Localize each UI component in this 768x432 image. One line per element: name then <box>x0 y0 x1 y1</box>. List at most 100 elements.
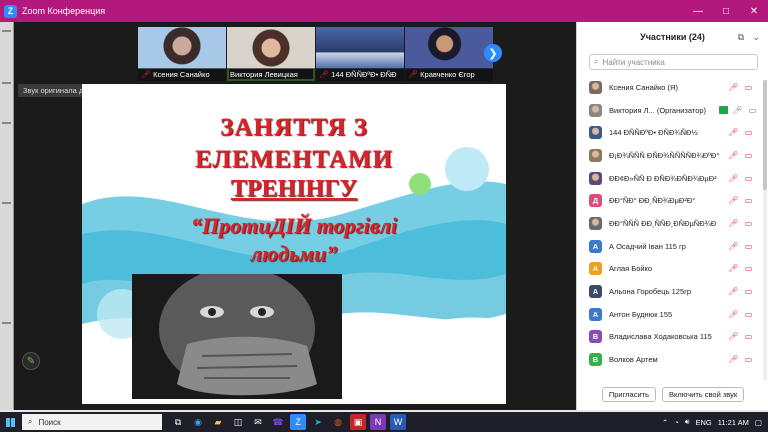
window-titlebar[interactable]: Z Zoom Конференция — □ ✕ <box>0 0 768 22</box>
participants-panel: Участники (24) ⧉ ⌄ ⌕ Найти участника Ксе… <box>576 22 768 410</box>
participant-row[interactable]: ÐÐ¢Ð»ÑÑ Ð ÐÑÐ¾ÐÑÐ¾ÐµÐ² 🎤︎ ▭ <box>577 167 768 190</box>
mic-muted-icon: 🎤︎ <box>728 218 739 228</box>
annotate-pen-icon[interactable]: ✎ <box>22 352 40 370</box>
scrollbar-thumb[interactable] <box>763 80 767 190</box>
participant-name: Ð¡Ð¾ÑÑÑ ÐÑÐ¾ÑÑÑÑÐ¾ÐºÐ° <box>609 150 720 160</box>
camera-off-icon: ▭ <box>744 355 753 365</box>
participant-name: Аглая Бойко <box>609 264 653 274</box>
participant-avatar-initial: А <box>589 285 602 299</box>
strip-line <box>2 322 11 324</box>
participant-row[interactable]: Ð¡Ð¾ÑÑÑ ÐÑÐ¾ÑÑÑÑÐ¾ÐºÐ° 🎤︎ ▭ <box>577 144 768 167</box>
next-page-arrow-icon[interactable]: ❯ <box>484 44 502 62</box>
taskbar-apps: ⧉ ◉ ▰ ◫ ✉ ☎ Z ➤ ◍ ▣ N W <box>170 414 406 430</box>
mic-muted-icon: 🎤︎ <box>728 332 739 342</box>
network-icon[interactable]: ◔ <box>674 418 679 427</box>
word-icon[interactable]: W <box>390 414 406 430</box>
mic-muted-icon: 🎤︎ <box>728 309 739 319</box>
thumbnail-name: Виктория Левицкая <box>227 68 315 81</box>
participant-video-feed <box>138 27 226 69</box>
tray-chevron-icon[interactable]: ⌃ <box>662 418 668 427</box>
video-thumbnail[interactable]: 🎤︎ Кравченко Єгор <box>405 27 493 81</box>
mic-muted-icon: 🎤︎ <box>728 173 739 183</box>
invite-button[interactable]: Пригласить <box>601 387 657 402</box>
viber-icon[interactable]: ☎ <box>270 414 286 430</box>
participant-row[interactable]: ÐÐ°ÑÑÑ ÐÐ¸ÑÑÐ¸ÐÑÐµÑÐ¾Ð 🎤︎ ▭ <box>577 212 768 235</box>
unmute-self-button[interactable]: Включить свой звук <box>662 387 745 402</box>
participant-row[interactable]: А Антон Буднюк 155 🎤︎ ▭ <box>577 303 768 326</box>
camera-off-icon: ▭ <box>744 196 753 206</box>
participant-row[interactable]: Д ÐÐ°ÑÐ° ÐÐ¸ÑÐ¾ÐµÐ²Ð° 🎤︎ ▭ <box>577 189 768 212</box>
camera-off-icon: ▭ <box>744 287 753 297</box>
taskbar-search-label: Поиск <box>38 417 61 427</box>
camera-on-icon: ▭ <box>748 105 757 115</box>
mic-on-icon: 🎤︎ <box>732 105 743 115</box>
video-thumbnail[interactable]: 🎤︎ Ксения Санайко <box>138 27 226 81</box>
participant-avatar-initial: Д <box>589 194 602 208</box>
camera-off-icon: ▭ <box>744 264 753 274</box>
firefox-icon[interactable]: ◍ <box>330 414 346 430</box>
onenote-icon[interactable]: N <box>370 414 386 430</box>
maximize-button[interactable]: □ <box>712 0 740 22</box>
participant-avatar-initial: А <box>589 262 602 276</box>
participant-name: ÐÐ°ÑÑÑ ÐÐ¸ÑÑÐ¸ÐÑÐµÑÐ¾Ð <box>609 218 717 228</box>
start-button[interactable] <box>0 412 20 432</box>
participant-row[interactable]: А Аглая Бойко 🎤︎ ▭ <box>577 258 768 281</box>
participant-name: ÐÐ¢Ð»ÑÑ Ð ÐÑÐ¾ÐÑÐ¾ÐµÐ² <box>609 173 717 183</box>
close-button[interactable]: ✕ <box>740 0 768 22</box>
participant-avatar-initial: В <box>589 330 602 344</box>
notifications-icon[interactable]: ▢ <box>755 418 762 427</box>
participant-avatar-initial: А <box>589 239 602 253</box>
clock-time[interactable]: 11:21 AM <box>718 418 749 427</box>
file-explorer-icon[interactable]: ▰ <box>210 414 226 430</box>
participant-row[interactable]: В Владислава Ходаковська 115 🎤︎ ▭ <box>577 326 768 349</box>
edge-browser-icon[interactable]: ◉ <box>190 414 206 430</box>
mail-icon[interactable]: ✉ <box>250 414 266 430</box>
camera-off-icon: ▭ <box>744 332 753 342</box>
task-view-icon[interactable]: ⧉ <box>170 414 186 430</box>
participant-search-input[interactable]: ⌕ Найти участника <box>589 54 758 70</box>
strip-line <box>2 30 11 32</box>
slide-title-line-1: ЗАНЯТТЯ З <box>220 114 368 141</box>
windows-logo-icon <box>5 417 15 427</box>
participant-name: Волков Артем <box>609 355 658 365</box>
participant-row[interactable]: В Волков Артем 🎤︎ ▭ <box>577 348 768 371</box>
participant-list-scrollbar[interactable] <box>763 80 767 380</box>
background-window-strip <box>0 22 14 410</box>
telegram-icon[interactable]: ➤ <box>310 414 326 430</box>
popout-icon[interactable]: ⧉ <box>738 32 744 43</box>
window-controls: — □ ✕ <box>684 0 768 22</box>
collapse-chevron-icon[interactable]: ⌄ <box>752 32 760 43</box>
camera-off-icon: ▭ <box>744 241 753 251</box>
video-thumbnail[interactable]: 🎤︎ 144 ÐÑÑÐºÐ• ÐÑÐ <box>316 27 404 81</box>
mic-muted-icon: 🎤︎ <box>728 150 739 160</box>
participant-row[interactable]: Ксения Санайко (Я) 🎤︎ ▭ <box>577 76 768 99</box>
minimize-button[interactable]: — <box>684 0 712 22</box>
volume-icon[interactable]: 🔊︎ <box>685 417 690 427</box>
mic-muted-icon: 🎤︎ <box>728 287 739 297</box>
participant-name: Альона Горобець 125гр <box>609 287 692 297</box>
camera-off-icon: ▭ <box>744 173 753 183</box>
video-thumbnail-active-speaker[interactable]: Виктория Левицкая <box>227 27 315 81</box>
store-icon[interactable]: ◫ <box>230 414 246 430</box>
participants-footer: Пригласить Включить свой звук <box>577 387 768 402</box>
covered-mouth-photo <box>132 274 342 399</box>
video-thumbnail-strip: 🎤︎ Ксения Санайко Виктория Левицкая 🎤︎ 144… <box>138 27 493 81</box>
taskbar-search-input[interactable]: ⌕ Поиск <box>22 414 162 430</box>
participant-name: 144 ÐÑÑÐºÐ• ÐÑÐ¾ÑÐ½ <box>609 128 698 138</box>
slide-photo <box>132 274 342 399</box>
window-title: Zoom Конференция <box>22 6 106 16</box>
mic-muted-icon: 🎤︎ <box>728 128 739 138</box>
app-icon-red[interactable]: ▣ <box>350 414 366 430</box>
participant-row[interactable]: 144 ÐÑÑÐºÐ• ÐÑÐ¾ÑÐ½ 🎤︎ ▭ <box>577 121 768 144</box>
participants-title: Участники (24) <box>640 32 705 42</box>
thumbnail-name-text: Ксения Санайко <box>153 70 210 79</box>
participant-row[interactable]: Виктория Л... (Организатор) 🎤︎ ▭ <box>577 99 768 122</box>
participant-avatar-photo <box>589 103 602 117</box>
participants-header: Участники (24) ⧉ ⌄ <box>577 22 768 52</box>
zoom-app-icon[interactable]: Z <box>290 414 306 430</box>
slide-subtitle: “ПротиДІЙ торгівлі людьми” <box>82 212 506 267</box>
participant-row[interactable]: А Альона Горобець 125гр 🎤︎ ▭ <box>577 280 768 303</box>
keyboard-language[interactable]: ENG <box>696 418 712 427</box>
host-share-badge-icon <box>719 106 728 115</box>
participant-row[interactable]: А А Осадчий Іван 115 гр 🎤︎ ▭ <box>577 235 768 258</box>
